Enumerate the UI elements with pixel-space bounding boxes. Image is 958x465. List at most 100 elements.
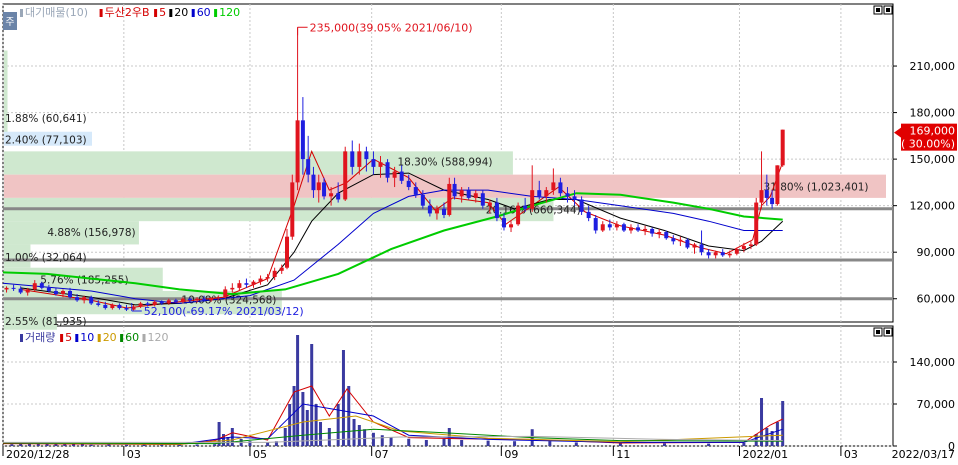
candle-up [195,298,200,301]
volume-bar [10,444,14,446]
volume-bar [442,438,446,446]
x-tick-label: 05 [253,448,267,461]
candle-up [643,228,648,231]
legend-item: 5 [159,6,166,19]
candle-up [251,281,256,285]
x-tick-label: 03 [844,448,858,461]
candle-up [759,190,764,203]
candle-up [600,224,605,231]
candle-up [516,205,521,225]
candle-up [487,202,492,206]
candle-down [607,224,612,228]
chart-window: 1.88% (60,641) 2.40% (77,103) 18.30% (588,… [0,0,958,461]
legend-swatch [75,334,79,342]
candle-down [671,238,676,242]
candle-up [530,190,535,209]
x-tick-label: 07 [375,448,389,461]
candle-up [551,182,556,191]
legend-item: 60 [125,331,139,344]
legend-swatch [214,9,218,17]
volume-bar [486,440,490,446]
candle-down [187,298,192,301]
volume-profile-label: 18.30% (588,994) [397,156,492,168]
candle-up [295,120,300,183]
candle-up [60,290,65,295]
candle-down [501,218,506,228]
legend-item: 거래량 [25,331,55,344]
candle-up [223,289,228,298]
candle-down [103,304,108,309]
candle-down [350,151,355,167]
candle-up [290,182,295,237]
volume-profile-label: 2.40% (77,103) [5,135,87,147]
legend-item: 120 [148,331,169,344]
candle-down [117,304,122,309]
high-annotation: 235,000(39.05% 2021/06/10) [310,21,473,34]
candle-down [586,211,591,219]
low-annotation: 52,100(-69.17% 2021/03/12) [144,305,304,318]
volume-bar [742,443,746,446]
candle-up [32,283,37,290]
volume-bar [107,444,111,446]
candle-down [89,297,94,304]
candle-down [452,183,457,197]
legend-swatch [99,9,103,17]
legend-swatch [20,334,23,342]
volume-bar [765,428,769,446]
volume-bar [226,437,230,446]
price-tick-label: 210,000 [910,60,956,73]
candle-down [650,228,655,234]
candle-down [39,283,44,288]
candle-up [544,190,549,197]
candle-up [316,182,321,191]
volume-bar [424,440,428,446]
candle-up [614,224,619,228]
volume-bar [124,444,128,446]
candle-up [25,289,30,293]
x-end-label: 2022/03/17 [892,448,955,461]
volume-bar [213,444,217,446]
volume-bar [548,441,552,446]
legend-item: 60 [197,6,211,19]
legend-item: 두산2우B [105,6,150,19]
candle-up [216,297,221,299]
candle-up [741,245,746,250]
legend-item: 5 [65,331,72,344]
volume-tick-label: 140,000 [910,356,956,369]
candle-up [343,151,348,200]
candle-down [159,301,164,304]
volume-bar [707,443,711,446]
candle-up [357,151,362,167]
price-tick-label: 60,000 [917,293,956,306]
current-price-value: 169,000 [910,125,956,138]
candle-up [180,298,185,302]
candle-up [110,304,115,309]
candle-down [494,202,499,219]
volume-bar [357,425,361,446]
legend-item: 120 [219,6,240,19]
candle-down [621,224,626,231]
candle-down [75,297,80,301]
candle-down [764,190,769,198]
volume-bar [352,419,356,446]
candle-down [558,182,563,194]
candle-up [692,244,697,248]
chart-settings-icon-label: 주 [5,17,14,28]
candle-down [53,290,58,295]
candle-up [82,297,87,301]
candle-up [459,190,464,197]
candle-down [18,288,23,293]
candle-down [427,205,432,214]
candle-up [447,183,452,215]
volume-bar [775,422,779,446]
candle-up [285,236,290,268]
candle-up [279,267,284,271]
candle-up [237,283,242,288]
candle-up [378,162,383,167]
window-icon-glyph [886,330,890,334]
candle-up [272,270,277,278]
window-icon-glyph [876,8,880,12]
candle-up [713,252,718,256]
volume-profile-band [4,50,8,113]
volume-bar [760,398,764,446]
